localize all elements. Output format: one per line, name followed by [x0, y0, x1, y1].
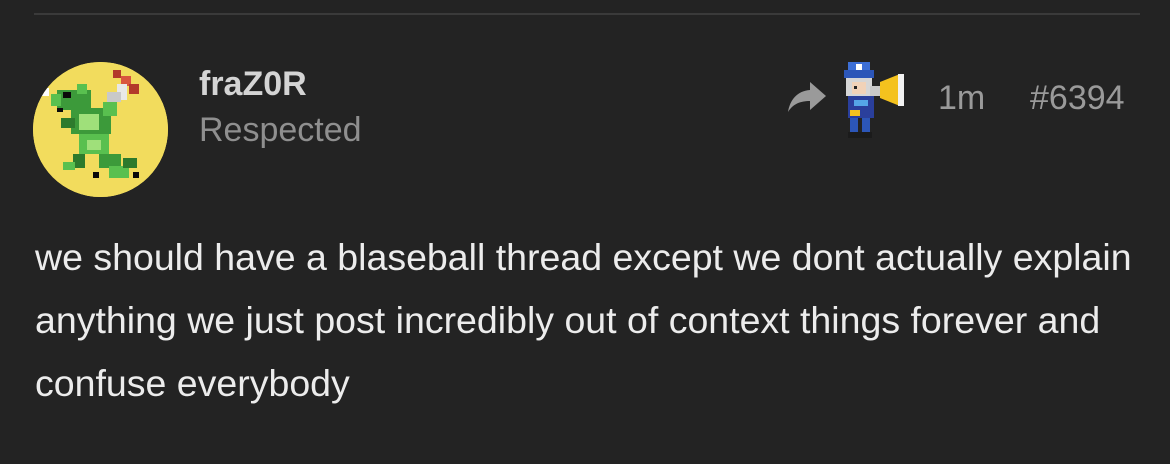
post-body: we should have a blaseball thread except… [35, 226, 1135, 415]
avatar[interactable] [33, 62, 168, 197]
author-title: Respected [199, 111, 362, 149]
post-divider [34, 13, 1140, 15]
author-username[interactable]: fraZ0R [199, 64, 307, 104]
pixel-dragon-avatar-icon [33, 62, 168, 197]
post-time[interactable]: 1m [938, 78, 985, 118]
reply-arrow-icon[interactable] [786, 78, 828, 116]
megaphone-sprite-icon [838, 60, 910, 140]
post-number[interactable]: #6394 [1030, 78, 1125, 118]
post-body-text: we should have a blaseball thread except… [35, 236, 1132, 404]
